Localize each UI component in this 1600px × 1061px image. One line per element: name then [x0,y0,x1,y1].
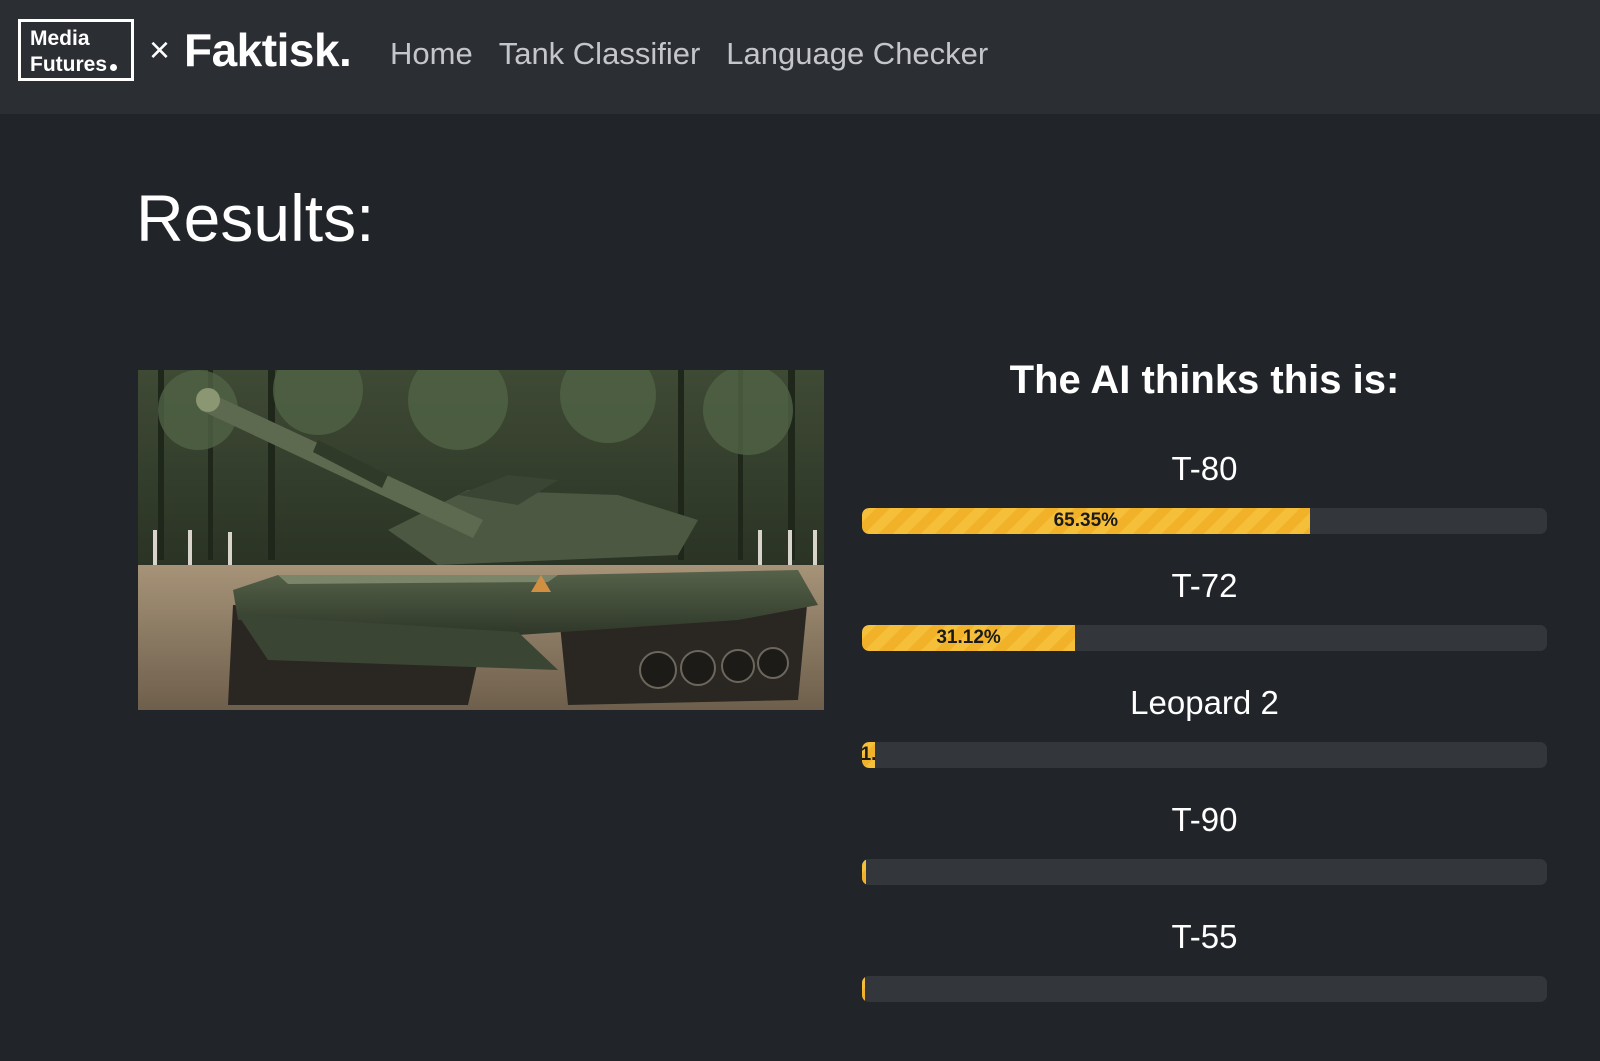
logo-dot-icon [110,64,118,71]
probability-bar-track [862,859,1547,885]
nav-links: Home Tank Classifier Language Checker [390,34,988,74]
probability-bar-track [862,976,1547,1002]
probability-bar-fill [862,859,867,885]
logo-line-1: Media [30,27,90,50]
result-item-t55: T-55 [862,917,1547,1002]
nav-link-tank-classifier[interactable]: Tank Classifier [499,34,701,74]
result-item-t72: T-72 31.12% [862,566,1547,651]
result-item-t80: T-80 65.35% [862,449,1547,534]
probability-bar-track: 1. [862,742,1547,768]
probability-bar-fill: 1. [862,742,875,768]
probability-bar-track: 31.12% [862,625,1547,651]
result-label: Leopard 2 [1130,684,1279,721]
logo-line-2: Futures [30,53,108,76]
results-panel: The AI thinks this is: T-80 65.35% T-72 … [862,352,1547,1002]
result-item-t90: T-90 [862,800,1547,885]
page-title: Results: [136,181,375,255]
probability-bar-fill: 65.35% [862,508,1310,534]
probability-bar-track: 65.35% [862,508,1547,534]
result-label: T-55 [1171,918,1238,955]
probability-bar-fill [862,976,865,1002]
faktisk-brand[interactable]: Faktisk. [184,24,352,76]
nav-link-language-checker[interactable]: Language Checker [726,34,988,74]
results-heading: The AI thinks this is: [1009,358,1400,402]
nav-link-home[interactable]: Home [390,34,473,74]
logo-cross: × [149,29,171,70]
result-item-leopard2: Leopard 2 1. [862,683,1547,768]
tank-photo [138,370,824,710]
result-label: T-90 [1171,801,1238,838]
result-label: T-72 [1171,567,1238,604]
result-label: T-80 [1171,450,1238,487]
navbar: Media Futures × Faktisk. Home Tank Class… [0,0,1600,114]
probability-bar-fill: 31.12% [862,625,1076,651]
media-futures-logo[interactable]: Media Futures [18,19,134,81]
